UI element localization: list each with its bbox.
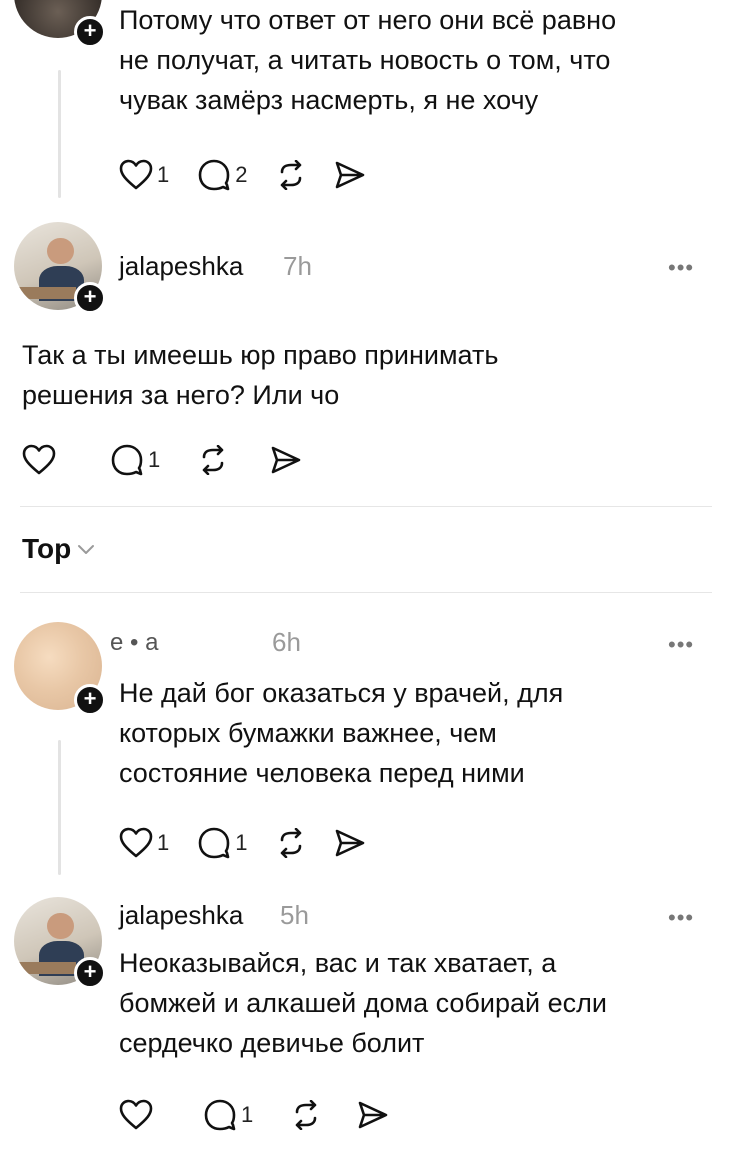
heart-icon [119, 159, 153, 190]
repost-button[interactable] [198, 445, 228, 475]
username[interactable]: jalapeshka [119, 251, 243, 282]
avatar-figure-head [47, 237, 74, 265]
divider [20, 592, 712, 593]
more-icon[interactable]: ••• [668, 255, 694, 281]
avatar-desk [14, 962, 76, 975]
more-icon[interactable]: ••• [668, 632, 694, 658]
comment-text-line: решения за него? Или чо [22, 380, 340, 410]
comment-actions: 1 [22, 440, 330, 480]
comment-text-line: Не дай бог оказаться у врачей, для [119, 678, 564, 708]
divider [20, 506, 712, 507]
share-button[interactable] [334, 160, 366, 190]
repost-icon [280, 828, 301, 858]
comment-icon [198, 827, 230, 859]
sort-label: Top [22, 533, 72, 564]
reply-button[interactable]: 1 [110, 444, 160, 476]
timestamp: 5h [280, 900, 309, 930]
comment-actions: 1 2 [119, 155, 394, 195]
reply-count: 1 [148, 447, 161, 472]
reply-button[interactable]: 1 [203, 1099, 253, 1131]
like-count: 1 [157, 830, 170, 855]
avatar-figure-head [47, 912, 74, 940]
comment-text: Потому что ответ от него они всё равно н… [119, 0, 616, 120]
reply-count: 1 [235, 830, 248, 855]
comment-text-line: Потому что ответ от него они всё равно [119, 5, 617, 35]
like-count: 1 [157, 162, 170, 187]
send-icon [335, 161, 364, 189]
follow-plus-icon[interactable]: + [74, 684, 106, 716]
follow-plus-icon[interactable]: + [74, 957, 106, 989]
username[interactable]: е • а [110, 629, 158, 657]
repost-button[interactable] [276, 160, 306, 190]
repost-button[interactable] [276, 828, 306, 858]
reply-count: 2 [235, 162, 248, 187]
timestamp: 7h [283, 251, 312, 281]
comment-text-line: чувак замёрз насмерть, я не хочу [119, 85, 539, 115]
heart-icon [119, 1099, 153, 1130]
comment-text-line: Неоказывайся, вас и так хватает, а [119, 948, 557, 978]
repost-icon [202, 445, 224, 475]
more-icon[interactable]: ••• [668, 905, 694, 931]
comment-actions: 1 1 [119, 823, 394, 863]
send-icon [358, 1101, 388, 1129]
comment-text-line: состояние человека перед ними [119, 758, 525, 788]
username[interactable]: jalapeshka [119, 900, 243, 931]
comment-icon [204, 1099, 236, 1131]
share-button[interactable] [270, 445, 302, 475]
reply-count: 1 [241, 1102, 254, 1127]
sort-dropdown[interactable]: Top [22, 533, 95, 565]
send-icon [335, 829, 364, 857]
repost-icon [280, 160, 301, 190]
comment-actions: 1 [119, 1095, 417, 1135]
comment-text-line: бомжей и алкашей дома собирай если [119, 988, 607, 1018]
follow-plus-icon[interactable]: + [74, 16, 106, 48]
like-button[interactable] [119, 1099, 157, 1131]
comment-icon [198, 159, 230, 191]
comment-text: Так а ты имеешь юр право принимать решен… [22, 335, 498, 415]
reply-button[interactable]: 1 [197, 827, 248, 859]
reply-button[interactable]: 2 [197, 159, 248, 191]
repost-icon [295, 1100, 317, 1130]
heart-icon [119, 827, 153, 858]
share-button[interactable] [334, 828, 366, 858]
like-button[interactable]: 1 [119, 159, 169, 191]
thread-line [58, 70, 61, 198]
comment-text-line: сердечко девичье болит [119, 1028, 425, 1058]
share-button[interactable] [357, 1100, 389, 1130]
comment-text: Неоказывайся, вас и так хватает, а бомже… [119, 943, 607, 1063]
like-button[interactable]: 1 [119, 827, 169, 859]
comment-icon [111, 444, 143, 476]
like-button[interactable] [22, 444, 60, 476]
repost-button[interactable] [291, 1100, 321, 1130]
thread-line [58, 740, 61, 875]
comment-text: Не дай бог оказаться у врачей, для котор… [119, 673, 563, 793]
comment-text-line: Так а ты имеешь юр право принимать [22, 340, 499, 370]
send-icon [271, 446, 301, 474]
chevron-down-icon [78, 545, 95, 554]
comment-text-line: которых бумажки важнее, чем [119, 718, 497, 748]
avatar-desk [14, 287, 76, 300]
heart-icon [22, 444, 56, 475]
follow-plus-icon[interactable]: + [74, 282, 106, 314]
timestamp: 6h [272, 627, 301, 657]
comment-text-line: не получат, а читать новость о том, что [119, 45, 611, 75]
